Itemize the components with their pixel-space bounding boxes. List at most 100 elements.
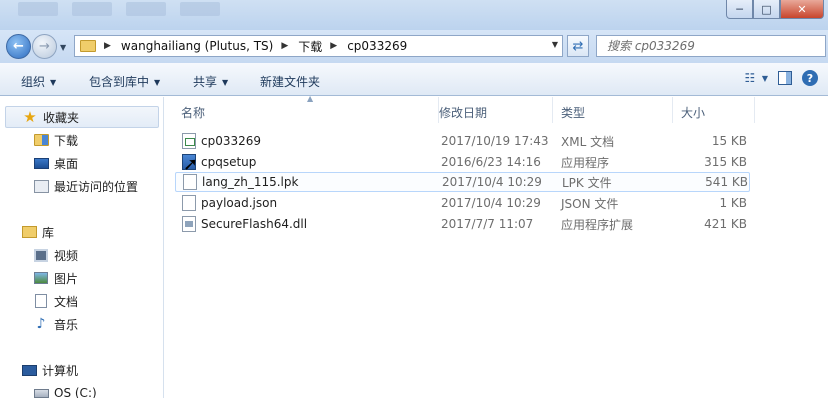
column-header-label: 大小: [681, 106, 706, 120]
chevron-down-icon: ▼: [222, 78, 229, 87]
back-arrow-icon: ←: [13, 39, 24, 54]
sidebar-item-label: 下载: [54, 133, 79, 148]
column-header-name[interactable]: ▲ 名称: [173, 94, 439, 123]
file-type: JSON 文件: [561, 196, 619, 211]
sidebar-item-label: 库: [42, 225, 55, 240]
refresh-icon: ⇄: [572, 38, 584, 54]
file-size: 1 KB: [719, 196, 747, 210]
chevron-right-icon[interactable]: ▶: [104, 41, 111, 51]
file-date: 2017/10/4 10:29: [442, 175, 542, 189]
sidebar-item-label: 收藏夹: [43, 110, 80, 125]
sidebar-item-label: 视频: [54, 248, 79, 263]
new-folder-button[interactable]: 新建文件夹: [260, 73, 320, 90]
chevron-down-icon: ▼: [154, 78, 161, 87]
sidebar-item-downloads[interactable]: 下载: [33, 129, 78, 151]
organize-label: 组织: [21, 75, 46, 89]
sidebar-item-recent-places[interactable]: 最近访问的位置: [33, 175, 138, 197]
chevron-down-icon: ▼: [50, 78, 57, 87]
json-file-icon: [182, 195, 196, 211]
view-controls: ☷ ▼ ?: [742, 70, 818, 86]
blurred-item: [72, 2, 112, 16]
help-icon[interactable]: ?: [802, 70, 818, 86]
lpk-file-icon: [183, 174, 197, 190]
maximize-button[interactable]: □: [753, 0, 780, 19]
blurred-item: [126, 2, 166, 16]
file-size: 541 KB: [705, 175, 748, 189]
computer-icon: [21, 362, 37, 378]
view-options-icon[interactable]: ☷: [742, 70, 758, 86]
share-label: 共享: [193, 75, 218, 89]
new-folder-label: 新建文件夹: [260, 75, 321, 89]
documents-icon: [33, 293, 49, 309]
music-icon: ♪: [36, 316, 46, 332]
sidebar-item-label: 音乐: [54, 317, 79, 332]
preview-pane-icon[interactable]: [778, 71, 792, 85]
table-row[interactable]: SecureFlash64.dll 2017/7/7 11:07 应用程序扩展 …: [175, 214, 750, 234]
column-header-size[interactable]: 大小: [673, 97, 755, 123]
sidebar-item-computer[interactable]: 计算机: [21, 359, 78, 381]
chevron-down-icon[interactable]: ▼: [762, 74, 768, 83]
chevron-right-icon[interactable]: ▶: [330, 41, 337, 51]
address-row: ← → ▼ ▶ wanghailiang (Plutus, TS) ▶ 下载 ▶…: [0, 30, 828, 63]
include-in-library-button[interactable]: 包含到库中 ▼: [89, 73, 160, 90]
chevron-right-icon[interactable]: ▶: [281, 41, 288, 51]
sidebar-item-label: 文档: [54, 294, 79, 309]
sidebar-item-libraries[interactable]: 库: [21, 221, 54, 243]
organize-button[interactable]: 组织 ▼: [21, 73, 56, 90]
column-header-label: 修改日期: [439, 106, 488, 120]
column-header-label: 名称: [181, 106, 206, 120]
column-header-date[interactable]: 修改日期: [431, 97, 553, 123]
file-date: 2017/7/7 11:07: [441, 217, 534, 231]
file-type: 应用程序扩展: [561, 217, 634, 232]
chevron-down-icon[interactable]: ▼: [552, 40, 558, 49]
table-row[interactable]: lang_zh_115.lpk 2017/10/4 10:29 LPK 文件 5…: [175, 172, 750, 192]
table-row[interactable]: cpqsetup 2016/6/23 14:16 应用程序 315 KB: [175, 152, 750, 172]
forward-button[interactable]: →: [32, 34, 57, 59]
download-folder-icon: [33, 132, 49, 148]
pictures-icon: [33, 270, 49, 286]
table-row[interactable]: payload.json 2017/10/4 10:29 JSON 文件 1 K…: [175, 193, 750, 213]
recent-places-icon: [33, 178, 49, 194]
share-button[interactable]: 共享 ▼: [193, 73, 228, 90]
recent-pages-dropdown[interactable]: ▼: [60, 43, 66, 52]
address-bar[interactable]: ▶ wanghailiang (Plutus, TS) ▶ 下载 ▶ cp033…: [74, 35, 563, 57]
back-button[interactable]: ←: [6, 34, 31, 59]
column-header-label: 类型: [561, 106, 586, 120]
include-in-library-label: 包含到库中: [89, 75, 150, 89]
file-name: cpqsetup: [201, 155, 257, 169]
sidebar-item-os-drive[interactable]: OS (C:): [33, 382, 97, 398]
file-type: 应用程序: [561, 155, 610, 170]
close-button[interactable]: ✕: [780, 0, 824, 19]
navigation-pane: ★ 收藏夹 下载 桌面 最近访问的位置 库 视频 图片 文档 ♪ 音乐 计算机 …: [0, 97, 164, 398]
file-name: SecureFlash64.dll: [201, 217, 308, 231]
refresh-button[interactable]: ⇄: [567, 35, 589, 57]
file-date: 2017/10/4 10:29: [441, 196, 541, 210]
sidebar-item-videos[interactable]: 视频: [33, 244, 78, 266]
file-size: 421 KB: [704, 217, 747, 231]
table-row[interactable]: cp033269 2017/10/19 17:43 XML 文档 15 KB: [175, 131, 750, 151]
minimize-button[interactable]: ─: [726, 0, 753, 19]
title-bar: ─ □ ✕: [0, 0, 828, 30]
desktop-icon: [33, 155, 49, 171]
file-list: ▲ 名称 修改日期 类型 大小 cp033269 2017/10/19 17:4…: [165, 94, 828, 398]
breadcrumb-downloads[interactable]: 下载: [298, 38, 322, 55]
sidebar-item-pictures[interactable]: 图片: [33, 267, 78, 289]
command-bar: 组织 ▼ 包含到库中 ▼ 共享 ▼ 新建文件夹 ☷ ▼ ?: [0, 63, 828, 96]
file-name: cp033269: [201, 134, 262, 148]
videos-icon: [33, 247, 49, 263]
column-header-type[interactable]: 类型: [553, 97, 673, 123]
file-date: 2017/10/19 17:43: [441, 134, 549, 148]
breadcrumb-current[interactable]: cp033269: [347, 39, 407, 53]
breadcrumb-user[interactable]: wanghailiang (Plutus, TS): [121, 39, 273, 53]
sidebar-item-documents[interactable]: 文档: [33, 290, 78, 312]
file-size: 15 KB: [711, 134, 747, 148]
search-box[interactable]: [596, 35, 826, 57]
file-type: XML 文档: [561, 134, 615, 149]
search-input[interactable]: [607, 39, 807, 53]
sidebar-item-favorites[interactable]: ★ 收藏夹: [5, 106, 159, 128]
sidebar-item-music[interactable]: ♪ 音乐: [33, 313, 78, 335]
sort-ascending-icon: ▲: [307, 94, 314, 103]
file-size: 315 KB: [704, 155, 747, 169]
sidebar-item-desktop[interactable]: 桌面: [33, 152, 78, 174]
dll-file-icon: [182, 216, 196, 232]
